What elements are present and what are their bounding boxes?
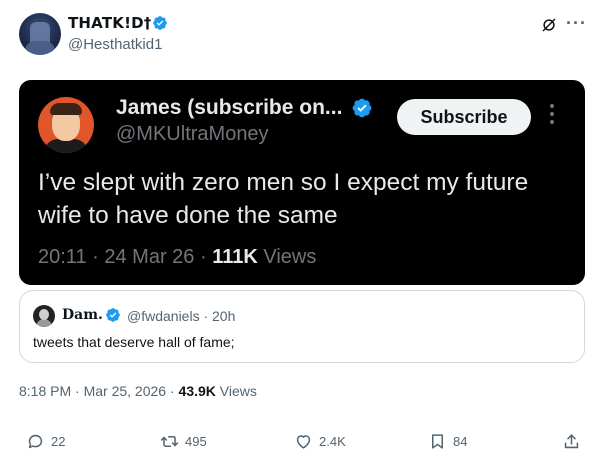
embedded-time: 20:11 [38, 246, 87, 268]
embedded-views-label: Views [263, 246, 317, 268]
subscribe-button: Subscribe [397, 99, 531, 135]
embedded-author-handle: @MKUltraMoney [116, 123, 269, 145]
embedded-author-name: James (subscribe on... [116, 96, 343, 119]
embedded-tweet-text: I’ve slept with zero men so I expect my … [38, 169, 529, 229]
quoted-handle-time: @fwdaniels · 20h [127, 308, 236, 324]
grok-icon[interactable] [540, 16, 558, 34]
author-handle[interactable]: @Hesthatkid1 [68, 36, 162, 53]
embedded-verified-icon [352, 98, 372, 118]
embedded-author-avatar [38, 97, 94, 153]
quoted-author-name: Dam. [62, 307, 103, 323]
quoted-verified-icon [106, 308, 120, 322]
like-button[interactable]: 2.4K [294, 430, 346, 452]
embedded-date: 24 Mar 26 [104, 246, 195, 268]
views-count: 43.9K [178, 383, 216, 399]
embedded-more-icon [549, 104, 555, 128]
repost-count: 495 [185, 433, 207, 449]
author-display-name[interactable]: THATK!D† [68, 14, 151, 32]
verified-badge-icon [153, 16, 167, 30]
author-avatar[interactable] [19, 13, 61, 55]
reply-count: 22 [51, 433, 66, 449]
reply-icon [28, 434, 43, 448]
tweet-timestamp[interactable]: 8:18 PM · Mar 25, 2026 · [19, 383, 179, 399]
views-label: Views [215, 383, 257, 399]
repost-icon [160, 435, 179, 447]
bookmark-icon [431, 433, 444, 449]
bookmark-button[interactable]: 84 [428, 430, 467, 452]
heart-icon [296, 434, 311, 449]
like-count: 2.4K [319, 433, 346, 449]
embedded-views-count: 111K [212, 246, 258, 268]
quoted-tweet[interactable]: Dam. @fwdaniels · 20h tweets that deserv… [19, 290, 585, 363]
quoted-tweet-text: tweets that deserve hall of fame; [33, 334, 235, 350]
embedded-tweet-meta: 20:11 · 24 Mar 26 · 111K Views [38, 246, 317, 268]
embedded-tweet-screenshot[interactable]: James (subscribe on... @MKUltraMoney Sub… [19, 80, 585, 285]
share-button[interactable] [562, 430, 587, 452]
more-options-icon[interactable]: ··· [566, 13, 587, 34]
share-icon [564, 433, 579, 448]
repost-button[interactable]: 495 [160, 430, 207, 452]
reply-button[interactable]: 22 [26, 430, 65, 452]
tweet-meta: 8:18 PM · Mar 25, 2026 · 43.9K Views [19, 383, 257, 399]
quoted-author-avatar [33, 305, 55, 327]
bookmark-count: 84 [453, 433, 468, 449]
